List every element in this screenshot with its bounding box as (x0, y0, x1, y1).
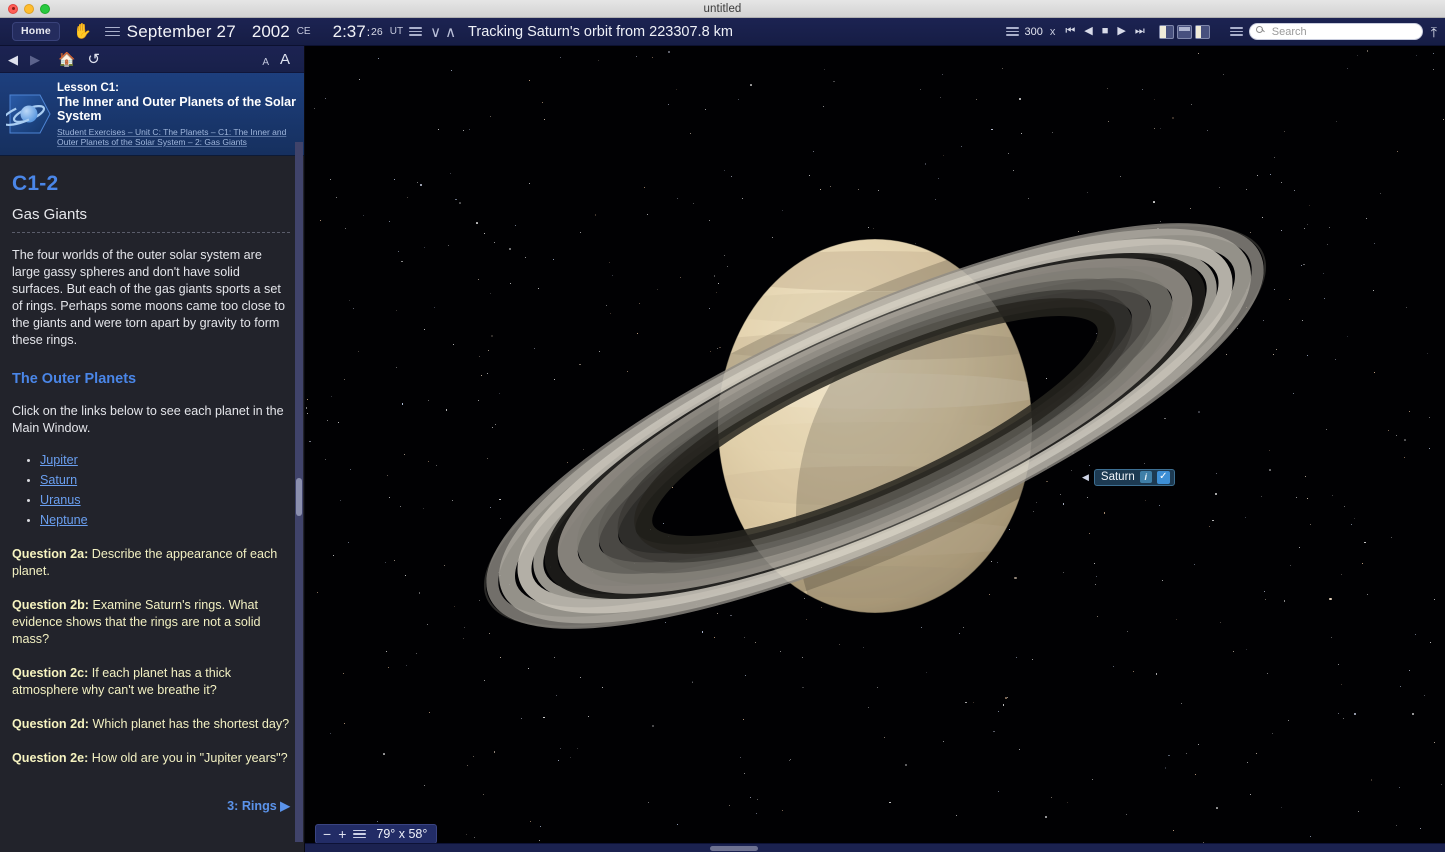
fov-value: 79° x 58° (376, 827, 427, 841)
layout-toggle-group (1159, 25, 1210, 39)
window-title: untitled (0, 3, 1445, 15)
object-name: Saturn (1101, 471, 1135, 484)
saturn-planet-icon (0, 80, 57, 147)
time-display[interactable]: 2:37 (333, 22, 366, 42)
question-2c-label: Question 2c: (12, 666, 88, 680)
planet-link-list: Jupiter Saturn Uranus Neptune (40, 451, 290, 529)
label-pointer-arrow: ◀ (1082, 473, 1089, 482)
planet-link-saturn[interactable]: Saturn (40, 473, 77, 487)
stop-icon[interactable]: ■ (1102, 26, 1109, 37)
back-button[interactable]: ◀ (8, 53, 18, 66)
zoom-in-button[interactable]: + (338, 827, 346, 841)
instruction-paragraph: Click on the links below to see each pla… (12, 403, 290, 437)
question-2a: Question 2a: Describe the appearance of … (12, 546, 290, 580)
lesson-title: The Inner and Outer Planets of the Solar… (57, 96, 296, 123)
page-code: C1-2 (12, 172, 290, 196)
planet-link-jupiter[interactable]: Jupiter (40, 453, 78, 467)
list-item: Uranus (40, 491, 290, 509)
seconds-display[interactable]: 26 (371, 26, 383, 38)
horizontal-scrollbar-thumb[interactable] (710, 846, 758, 851)
lesson-sidebar: ◀ ▶ 🏠 ↺ A A (0, 46, 305, 852)
page-title: Gas Giants (12, 206, 290, 223)
chevron-down-icon[interactable]: ∨ (430, 23, 441, 41)
chevron-up-icon[interactable]: ∧ (445, 23, 456, 41)
search-icon (1256, 26, 1263, 33)
home-icon[interactable]: 🏠 (58, 52, 75, 66)
fov-menu-icon[interactable] (353, 828, 366, 841)
saturn-render (305, 46, 1445, 852)
timezone-display[interactable]: UT (390, 26, 403, 37)
question-2e: Question 2e: How old are you in "Jupiter… (12, 750, 290, 767)
search-field-wrapper (1249, 23, 1423, 41)
question-2a-label: Question 2a: (12, 547, 88, 561)
time-menu-icon[interactable] (409, 25, 422, 38)
list-item: Saturn (40, 471, 290, 489)
layout-left-sidebar-button[interactable] (1159, 25, 1174, 39)
forward-button[interactable]: ▶ (30, 53, 40, 66)
play-icon[interactable]: ▶ (1117, 26, 1125, 37)
increase-font-button[interactable]: A (280, 51, 290, 68)
question-2b: Question 2b: Examine Saturn's rings. Wha… (12, 597, 290, 648)
lesson-document: C1-2 Gas Giants The four worlds of the o… (0, 156, 304, 852)
time-rate-value[interactable]: 300 (1025, 26, 1043, 38)
search-input[interactable] (1249, 23, 1423, 40)
skip-back-icon[interactable]: ⏮ (1065, 26, 1075, 37)
question-2d-label: Question 2d: (12, 717, 89, 731)
share-icon[interactable]: ⤒ (1431, 25, 1437, 39)
reload-icon[interactable]: ↺ (87, 52, 100, 67)
decrease-font-button[interactable]: A (262, 57, 269, 68)
home-button[interactable]: Home (12, 22, 60, 41)
object-label-saturn[interactable]: ◀ Saturn i ✓ (1082, 469, 1175, 486)
tracking-status-text: Tracking Saturn's orbit from 223307.8 km (468, 24, 733, 40)
time-separator: : (367, 25, 370, 39)
layout-right-sidebar-button[interactable] (1195, 25, 1210, 39)
section-heading: The Outer Planets (12, 371, 290, 387)
breadcrumb[interactable]: Student Exercises – Unit C: The Planets … (57, 127, 296, 147)
lesson-kicker: Lesson C1: (57, 82, 296, 94)
sky-view[interactable]: ◀ Saturn i ✓ − + 79° x 58° (305, 46, 1445, 852)
sidebar-nav-bar: ◀ ▶ 🏠 ↺ A A (0, 46, 304, 73)
planet-link-neptune[interactable]: Neptune (40, 513, 88, 527)
title-divider (12, 232, 290, 233)
era-display[interactable]: CE (297, 26, 311, 37)
label-box[interactable]: Saturn i ✓ (1094, 469, 1175, 486)
question-2c: Question 2c: If each planet has a thick … (12, 665, 290, 699)
question-2e-text: How old are you in "Jupiter years"? (88, 751, 287, 765)
list-item: Neptune (40, 511, 290, 529)
date-display[interactable]: September 27 (127, 22, 236, 42)
horizontal-scrollbar[interactable] (305, 843, 1445, 852)
next-page-link[interactable]: 3: Rings ▶ (12, 798, 290, 813)
font-size-controls: A A (262, 51, 296, 68)
date-menu-icon[interactable] (105, 24, 120, 39)
object-visibility-checkbox[interactable]: ✓ (1157, 471, 1170, 484)
sidebar-scrollbar[interactable] (295, 142, 303, 842)
year-display[interactable]: 2002 (252, 22, 290, 42)
hand-tool-icon[interactable]: ✋ (73, 24, 92, 39)
field-of-view-bar: − + 79° x 58° (315, 824, 437, 844)
window-titlebar: untitled (0, 0, 1445, 18)
sidebar-scrollbar-thumb[interactable] (296, 478, 302, 516)
transport-controls: ⏮ ◀ ■ ▶ ⏭ (1065, 26, 1144, 37)
app-toolbar: Home ✋ September 27 2002 CE 2:37 : 26 UT… (0, 18, 1445, 46)
skip-forward-icon[interactable]: ⏭ (1135, 26, 1145, 37)
toolbar-overflow-menu-icon[interactable] (1230, 25, 1243, 38)
question-2e-label: Question 2e: (12, 751, 88, 765)
step-back-icon[interactable]: ◀ (1084, 26, 1092, 37)
question-2d-text: Which planet has the shortest day? (89, 717, 289, 731)
list-item: Jupiter (40, 451, 290, 469)
question-2b-label: Question 2b: (12, 598, 89, 612)
question-2d: Question 2d: Which planet has the shorte… (12, 716, 290, 733)
info-icon[interactable]: i (1140, 471, 1152, 483)
layout-top-panel-button[interactable] (1177, 25, 1192, 39)
planet-link-uranus[interactable]: Uranus (40, 493, 81, 507)
intro-paragraph: The four worlds of the outer solar syste… (12, 247, 290, 349)
time-rate-menu-icon[interactable] (1006, 25, 1019, 38)
time-rate-unit: x (1050, 26, 1056, 38)
zoom-out-button[interactable]: − (323, 827, 331, 841)
lesson-header: Lesson C1: The Inner and Outer Planets o… (0, 73, 304, 156)
